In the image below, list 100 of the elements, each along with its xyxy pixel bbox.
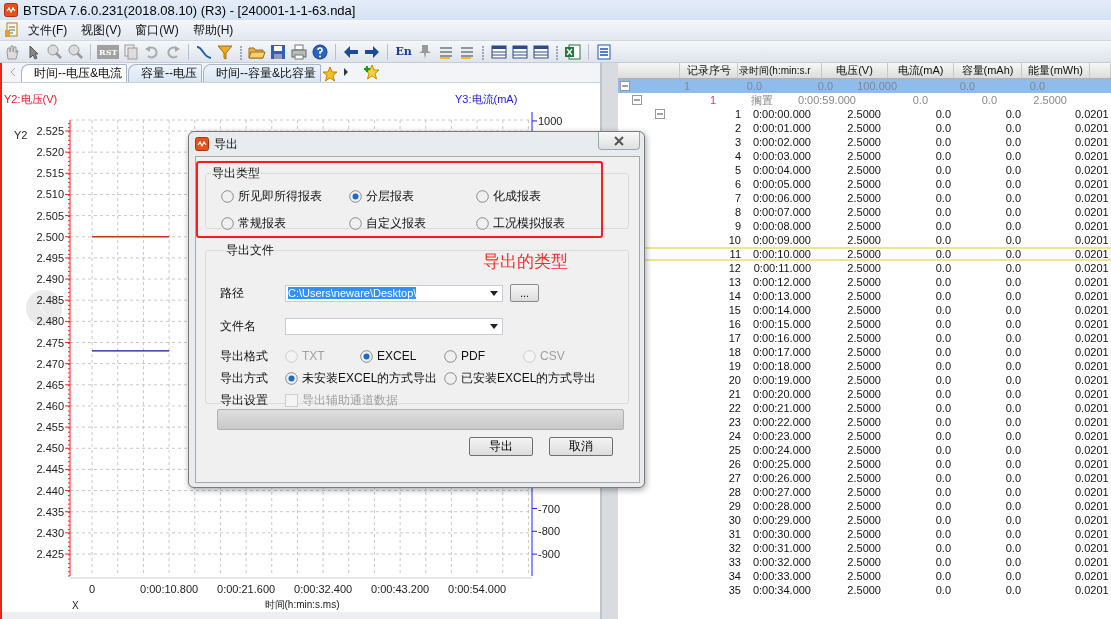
language-button[interactable]: En: [394, 42, 413, 61]
filename-combo-box[interactable]: [285, 317, 503, 335]
field-label: 导出设置: [220, 391, 269, 409]
table-cell-text: 0.0201: [1074, 471, 1110, 485]
radio-option[interactable]: 未安装EXCEL的方式导出: [285, 369, 444, 387]
export-button[interactable]: 导出: [469, 437, 533, 456]
axis-tick-label: 0: [89, 582, 96, 595]
table-cell-text: 11: [728, 249, 741, 259]
table-row[interactable]: 1 0:00:00.000 2.5000 0.0 0.0 0.0201: [618, 107, 1111, 121]
column-header[interactable]: 电压(V): [822, 63, 888, 78]
printer-icon[interactable]: [290, 42, 309, 61]
table-icon[interactable]: [510, 42, 529, 61]
table-cell-text: 17: [727, 331, 741, 345]
table-cell-text: 2.5000: [846, 485, 881, 499]
collapse-icon[interactable]: [632, 95, 642, 105]
table-cell-text: 0.0: [1004, 121, 1021, 135]
table-cell-text: 2.5000: [846, 177, 881, 191]
cancel-button[interactable]: 取消: [549, 437, 613, 456]
table-cell-text: 2: [733, 121, 741, 135]
grip-handle[interactable]: [554, 43, 559, 60]
radio-option[interactable]: 已安装EXCEL的方式导出: [444, 369, 597, 387]
radio-option[interactable]: EXCEL: [360, 349, 444, 363]
column-header[interactable]: 记录序号: [680, 63, 738, 78]
scroll-right-icon[interactable]: [343, 67, 349, 78]
table-cell-text: 0.0201: [1074, 191, 1110, 205]
tab[interactable]: 时间--容量&比容量: [203, 63, 321, 82]
column-header[interactable]: 容量(mAh): [954, 63, 1022, 78]
document-icon[interactable]: [5, 22, 19, 38]
menu-item[interactable]: 文件(F): [23, 21, 73, 39]
table-cell-text: 0.0: [934, 121, 951, 135]
table-cell-text: 0:00:18.000: [751, 359, 811, 373]
tab[interactable]: 容量--电压: [128, 63, 202, 82]
table-icon[interactable]: [531, 42, 550, 61]
table-cell-text: 25: [727, 443, 741, 457]
collapse-icon[interactable]: [655, 109, 665, 119]
browse-button[interactable]: ...: [510, 284, 539, 302]
table-cell-text: 0.0: [934, 359, 951, 373]
table-row[interactable]: 1 搁置 0:00:59.000 0.0 0.0 2.5000: [618, 93, 1111, 107]
table-cell-text: 0:00:15.000: [751, 317, 811, 331]
table-cell-text: 0.0: [934, 387, 951, 401]
table-cell-text: 0:00:14.000: [751, 303, 811, 317]
table-cell-text: 22: [727, 401, 741, 415]
table-row[interactable]: 32 0:00:31.000 2.5000 0.0 0.0 0.0201: [618, 541, 1111, 555]
table-cell-text: 0:00:32.000: [751, 555, 811, 569]
star-icon[interactable]: [322, 65, 338, 82]
axis-tick-label: 2.455: [36, 421, 64, 434]
table-cell-text: 0.0: [1004, 457, 1021, 471]
table-cell-text: 0.0: [745, 79, 762, 93]
table-row[interactable]: 35 0:00:34.000 2.5000 0.0 0.0 0.0201: [618, 583, 1111, 597]
table-cell-text: 0.0201: [1074, 249, 1110, 259]
scroll-left-icon[interactable]: [10, 67, 16, 78]
radio-option[interactable]: 所见即所得报表: [221, 188, 349, 205]
column-header[interactable]: 电流(mA): [888, 63, 954, 78]
table-cell-text: 0:00:25.000: [751, 457, 811, 471]
table-cell-text: 0.0201: [1074, 373, 1110, 387]
table-cell-text: 0.0: [1004, 485, 1021, 499]
grip-handle[interactable]: [239, 43, 244, 60]
table-row[interactable]: 28 0:00:27.000 2.5000 0.0 0.0 0.0201: [618, 485, 1111, 499]
table-row[interactable]: 30 0:00:29.000 2.5000 0.0 0.0 0.0201: [618, 513, 1111, 527]
tab[interactable]: 时间--电压&电流: [21, 63, 127, 82]
table-row[interactable]: 31 0:00:30.000 2.5000 0.0 0.0 0.0201: [618, 527, 1111, 541]
table-row[interactable]: 34 0:00:33.000 2.5000 0.0 0.0 0.0201: [618, 569, 1111, 583]
table-cell-text: 0.0: [934, 177, 951, 191]
table-cell-text: 33: [727, 555, 741, 569]
magnifier-icon[interactable]: [66, 42, 84, 61]
document-icon[interactable]: [594, 42, 613, 61]
radio-option[interactable]: 工况模拟报表: [476, 215, 606, 232]
collapse-icon[interactable]: [620, 81, 630, 91]
table-cell-text: 0.0201: [1074, 387, 1110, 401]
table-row[interactable]: 29 0:00:28.000 2.5000 0.0 0.0 0.0201: [618, 499, 1111, 513]
menu-item[interactable]: 视图(V): [76, 21, 127, 39]
radio-option[interactable]: 分层报表: [349, 188, 476, 205]
axis-tick-label: 2.465: [36, 378, 64, 391]
table-cell-text: 20: [727, 373, 741, 387]
help-icon[interactable]: [311, 42, 330, 61]
axis-tick-label: 2.510: [36, 188, 64, 201]
spreadsheet-icon[interactable]: [563, 42, 582, 61]
table-cell-text: 2.5000: [846, 149, 881, 163]
radio-option[interactable]: 化成报表: [476, 188, 606, 205]
radio-option[interactable]: PDF: [444, 349, 523, 363]
table-cell-text: 0.0: [934, 527, 951, 541]
table-icon[interactable]: [489, 42, 508, 61]
table-cell-text: 0.0: [934, 219, 951, 233]
radio-option[interactable]: 常规报表: [221, 215, 349, 232]
add-star-icon[interactable]: [364, 64, 380, 81]
column-header[interactable]: 能量(mWh): [1022, 63, 1090, 78]
save-icon[interactable]: [269, 42, 288, 61]
table-row[interactable]: 2 0:00:01.000 2.5000 0.0 0.0 0.0201: [618, 121, 1111, 135]
table-cell-text: 35: [727, 583, 741, 597]
copy-icon[interactable]: [122, 42, 141, 61]
table-row[interactable]: 11 0:00:10.000 2.5000 0.0 0.0 0.0201: [618, 247, 1111, 261]
table-row[interactable]: 33 0:00:32.000 2.5000 0.0 0.0 0.0201: [618, 555, 1111, 569]
table-cell-text: 27: [727, 471, 741, 485]
column-header[interactable]: 录时间(h:min:s.r: [738, 63, 822, 78]
radio-option[interactable]: 自定义报表: [349, 215, 476, 232]
grip-handle[interactable]: [480, 43, 485, 60]
menu-item[interactable]: 窗口(W): [130, 21, 184, 39]
table-cell-text: 5: [733, 163, 741, 177]
close-button[interactable]: [598, 132, 640, 150]
menu-item[interactable]: 帮助(H): [187, 21, 239, 39]
